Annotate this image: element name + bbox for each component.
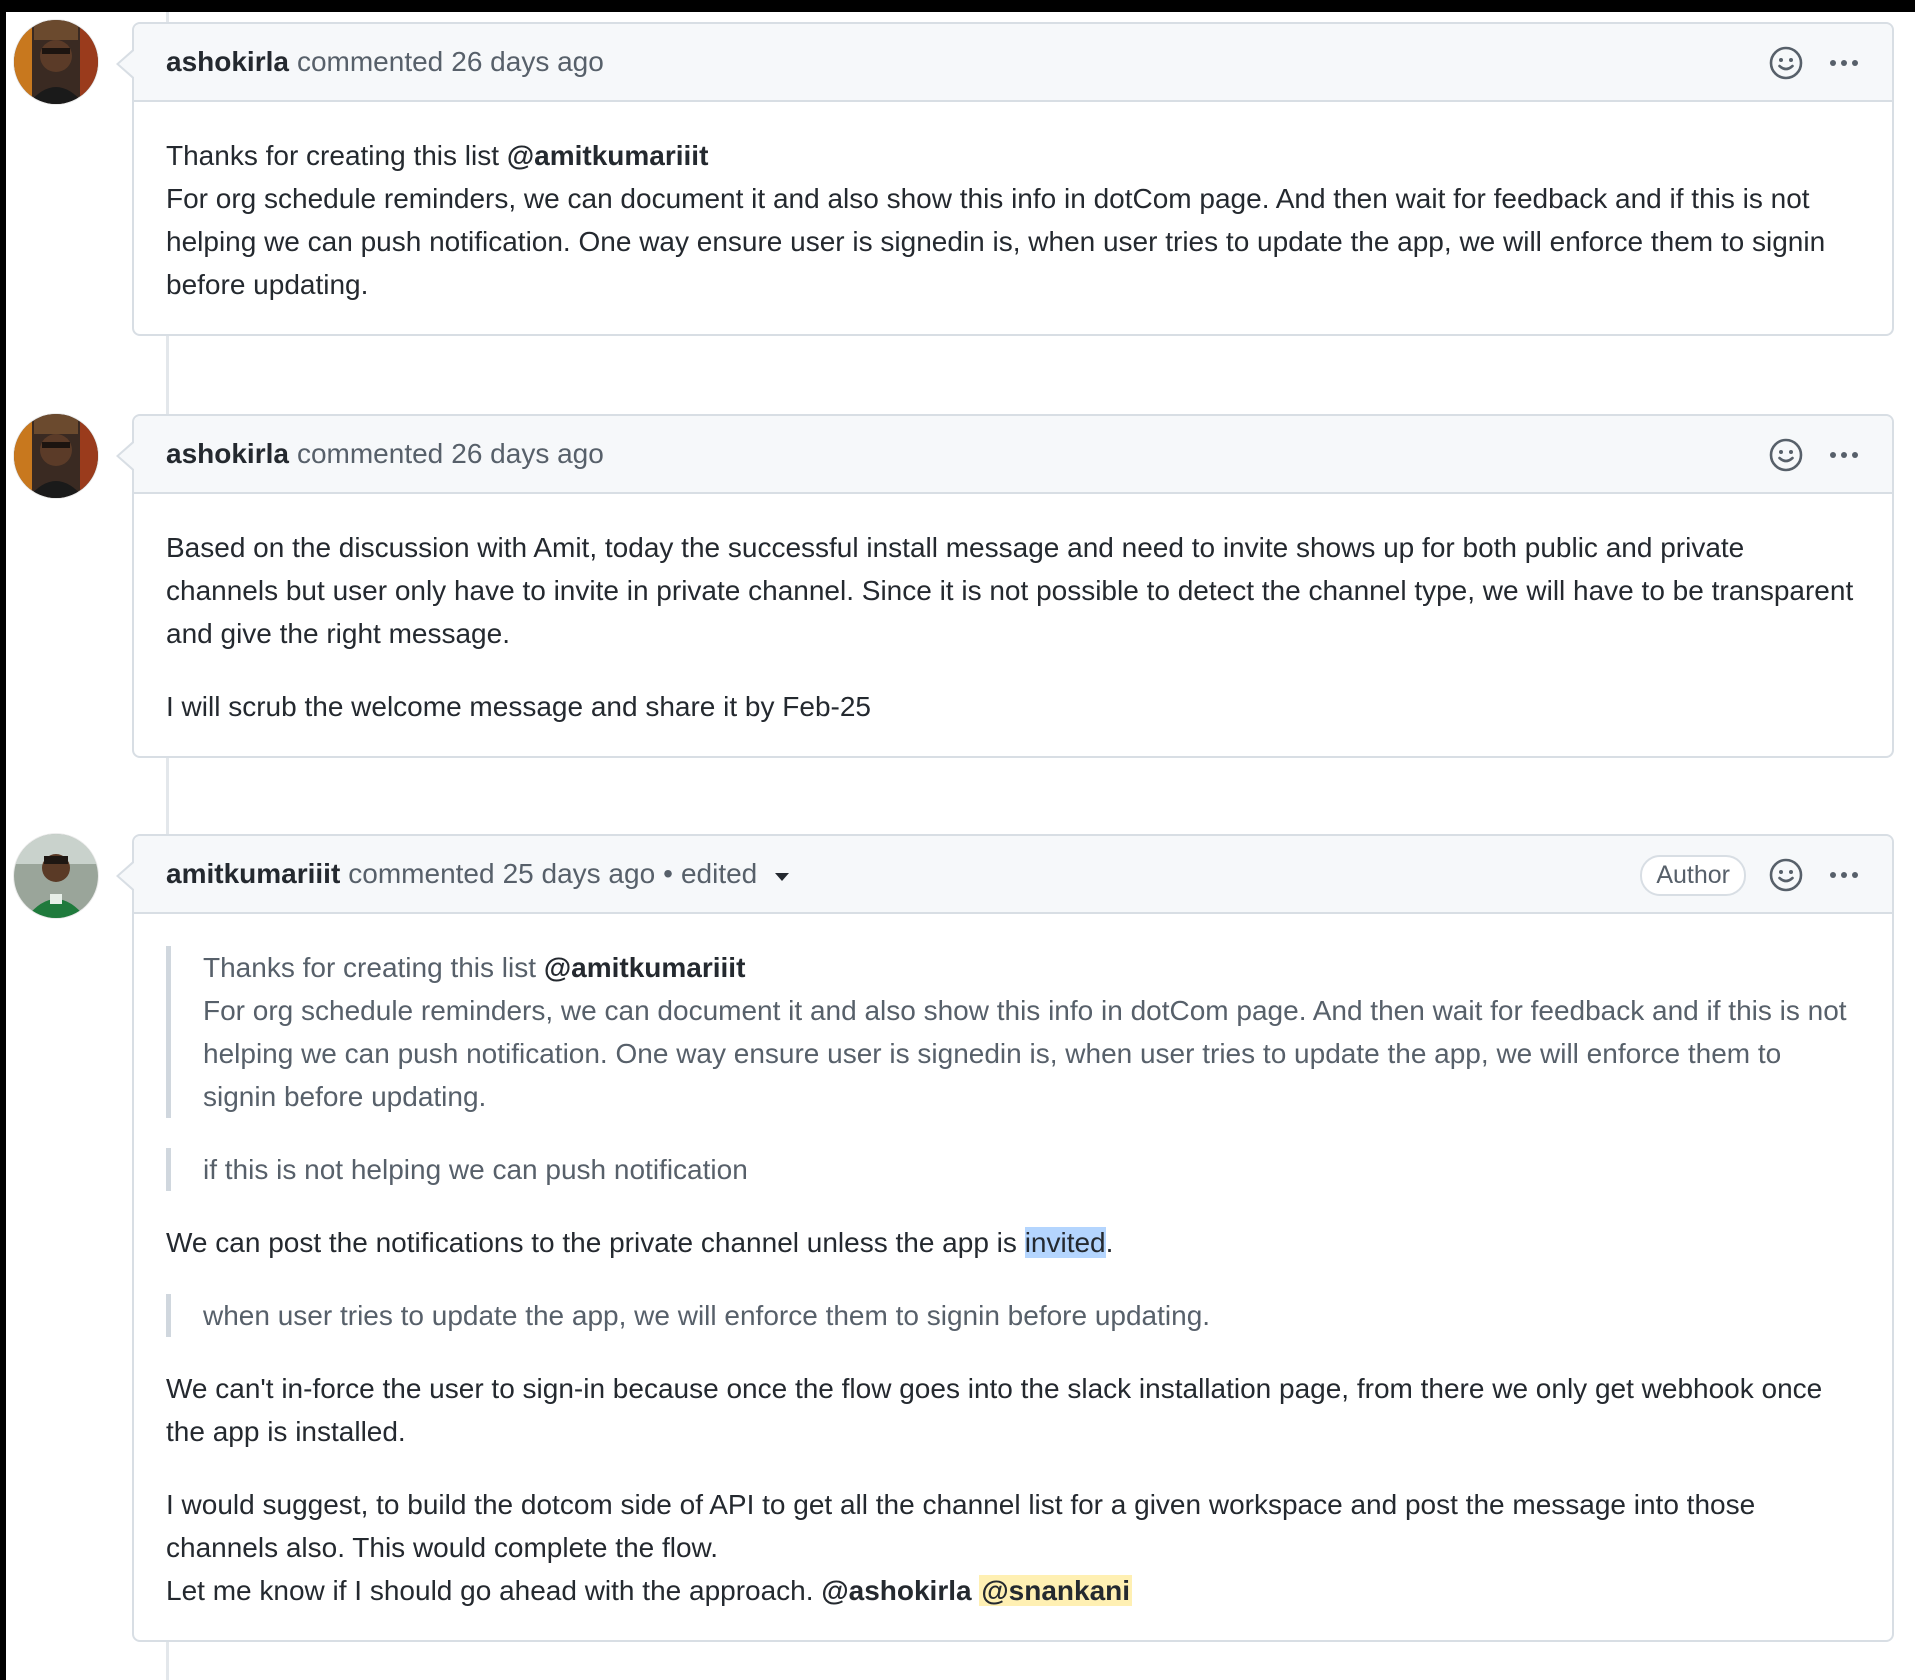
comment-paragraph: We can't in-force the user to sign-in be… [166, 1373, 1823, 1447]
quote-text: For org schedule reminders, we can docum… [203, 995, 1847, 1112]
edited-label[interactable]: edited [681, 858, 757, 890]
kebab-horizontal-icon[interactable] [1826, 45, 1862, 81]
comment-timestamp[interactable]: 26 days ago [451, 438, 604, 470]
comment-timestamp[interactable]: 25 days ago [503, 858, 656, 890]
comment-action: commented [296, 438, 444, 469]
chevron-down-icon[interactable] [775, 873, 790, 881]
comment-paragraph: Thanks for creating this list @amitkumar… [166, 134, 1860, 306]
author-link[interactable]: amitkumariiit [166, 858, 340, 890]
quote-block: Thanks for creating this list @amitkumar… [166, 946, 1860, 1118]
comment-text: . [1105, 1227, 1114, 1258]
comment-text: Let me know if I should go ahead with th… [166, 1575, 822, 1606]
avatar-image [14, 414, 98, 498]
quote-block: when user tries to update the app, we wi… [166, 1294, 1860, 1337]
comment-text: I would suggest, to build the dotcom sid… [166, 1489, 1756, 1563]
issue-timeline: ashokirla commented 26 days ago Thanks f… [6, 12, 1915, 1680]
comment-body: Based on the discussion with Amit, today… [134, 494, 1892, 756]
comment-paragraph: I would suggest, to build the dotcom sid… [166, 1483, 1860, 1612]
comment-paragraph: Based on the discussion with Amit, today… [166, 532, 1854, 649]
comment-text: For org schedule reminders, we can docum… [166, 183, 1826, 300]
author-link[interactable]: ashokirla [166, 438, 289, 470]
comment-2: ashokirla commented 26 days ago Based on… [116, 414, 1894, 758]
separator-dot: • [663, 858, 673, 889]
comment-action: commented [348, 858, 495, 889]
comment-body: Thanks for creating this list @amitkumar… [134, 102, 1892, 334]
comment-timestamp[interactable]: 26 days ago [451, 46, 604, 78]
comment-1: ashokirla commented 26 days ago Thanks f… [116, 22, 1894, 336]
user-mention[interactable]: @ashokirla [821, 1575, 971, 1606]
avatar-image [14, 834, 98, 918]
kebab-horizontal-icon[interactable] [1826, 437, 1862, 473]
smiley-icon[interactable] [1768, 437, 1804, 473]
quote-text: Thanks for creating this list [203, 952, 544, 983]
kebab-horizontal-icon[interactable] [1826, 857, 1862, 893]
comment-header: ashokirla commented 26 days ago [134, 24, 1892, 102]
comment-3: amitkumariiit commented 25 days ago • ed… [116, 834, 1894, 1642]
avatar-image [14, 20, 98, 104]
avatar[interactable] [14, 834, 98, 918]
comment-paragraph: I will scrub the welcome message and sha… [166, 691, 871, 722]
author-badge: Author [1640, 854, 1746, 896]
author-link[interactable]: ashokirla [166, 46, 289, 78]
comment-body: Thanks for creating this list @amitkumar… [134, 914, 1892, 1640]
comment-actions [1768, 416, 1862, 494]
avatar[interactable] [14, 414, 98, 498]
comment-actions [1768, 24, 1862, 102]
user-mention-highlighted[interactable]: @snankani [979, 1575, 1133, 1606]
comment-caret-fill [119, 50, 135, 78]
quote-block: if this is not helping we can push notif… [166, 1148, 1860, 1191]
avatar[interactable] [14, 20, 98, 104]
comment-caret-fill [119, 862, 135, 890]
user-mention[interactable]: @amitkumariiit [544, 952, 746, 983]
comment-text: We can post the notifications to the pri… [166, 1227, 1025, 1258]
smiley-icon[interactable] [1768, 857, 1804, 893]
comment-actions: Author [1640, 836, 1862, 914]
comment-text: Thanks for creating this list [166, 140, 507, 171]
comment-action: commented [296, 46, 444, 77]
comment-paragraph: We can post the notifications to the pri… [166, 1221, 1860, 1264]
selected-text: invited [1024, 1227, 1106, 1258]
smiley-icon[interactable] [1768, 45, 1804, 81]
comment-header: amitkumariiit commented 25 days ago • ed… [134, 836, 1892, 914]
user-mention[interactable]: @amitkumariiit [507, 140, 709, 171]
comment-caret-fill [119, 442, 135, 470]
comment-header: ashokirla commented 26 days ago [134, 416, 1892, 494]
